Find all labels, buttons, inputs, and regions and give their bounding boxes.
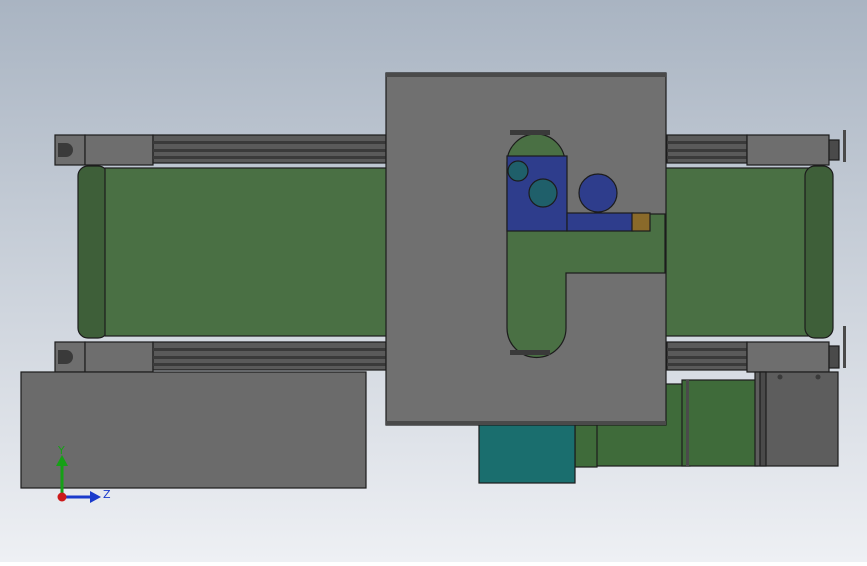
cad-drawing: Y Z: [0, 0, 867, 562]
small-roller: [507, 160, 529, 182]
y-axis-label: Y: [57, 444, 65, 457]
large-roller: [578, 173, 618, 213]
electrical-cover-box: [20, 371, 367, 489]
teal-cylinder: [478, 423, 576, 484]
mounting-plate: [385, 72, 667, 426]
z-axis-label: Z: [103, 488, 111, 501]
middle-roller: [528, 178, 558, 208]
cad-viewport[interactable]: Y Z: [0, 0, 867, 562]
